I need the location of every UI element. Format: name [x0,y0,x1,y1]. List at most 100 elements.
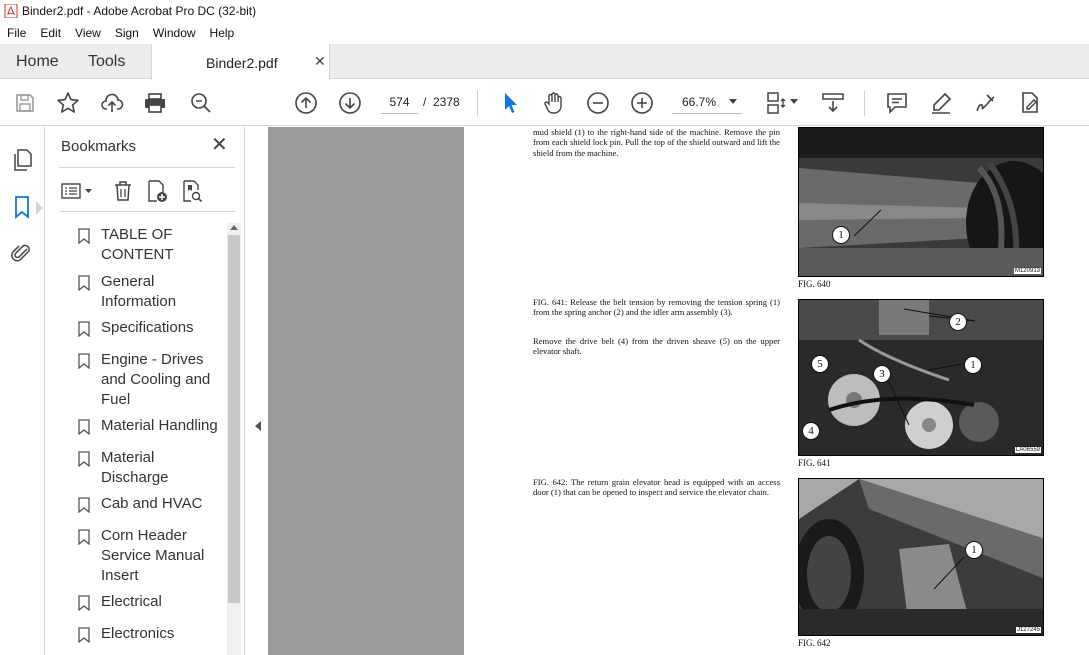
menu-sign[interactable]: Sign [108,26,146,40]
divider [59,167,235,168]
fig640-text: mud shield (1) to the right-hand side of… [533,127,780,158]
close-tab-icon[interactable]: ✕ [314,53,326,70]
tab-document[interactable]: Binder2.pdf ✕ [151,44,330,80]
bookmark-label: TABLE OF CONTENT [101,226,174,263]
total-pages: 2378 [433,95,460,109]
bookmark-panel-icon[interactable] [10,195,34,219]
cloud-upload-icon[interactable] [100,91,124,115]
fig641-text1: FIG. 641: Release the belt tension by re… [533,297,780,318]
document-viewport[interactable]: mud shield (1) to the right-hand side of… [268,127,1089,655]
acrobat-app-icon [4,4,18,18]
bookmarks-title: Bookmarks [61,138,137,155]
callout-5: 5 [811,355,829,373]
save-icon[interactable] [13,91,37,115]
tab-home[interactable]: Home [16,53,59,71]
bookmarks-panel: Bookmarks ✕ TABLE OF CONTENT General Inf… [45,127,245,655]
bookmark-label: Cab and HVAC [101,495,203,512]
menu-view[interactable]: View [68,26,108,40]
new-bookmark-icon[interactable] [145,179,169,203]
bookmark-search-icon[interactable] [180,179,204,203]
figure-code: M120913 [1013,268,1041,274]
bookmark-label: Material Handling [101,417,218,434]
callout-1: 1 [964,356,982,374]
scroll-mode-icon[interactable] [821,91,845,115]
fig642-text: FIG. 642: The return grain elevator head… [533,477,780,498]
chevron-down-icon[interactable] [729,99,737,104]
bookmark-icon [78,529,90,545]
navigation-rail [0,127,45,655]
page-fit-icon[interactable] [764,91,788,115]
figure-640-photo: 1 M120913 [798,127,1044,277]
pdf-page: mud shield (1) to the right-hand side of… [464,127,1089,655]
star-icon[interactable] [56,91,80,115]
active-panel-indicator [36,201,43,215]
figure-642-photo: 1 J127245 [798,478,1044,636]
figure-642-caption: FIG. 642 [798,638,831,648]
figure-640-caption: FIG. 640 [798,279,831,289]
window-title: Binder2.pdf - Adobe Acrobat Pro DC (32-b… [22,4,257,18]
toolbar-divider [477,90,478,116]
zoom-search-icon[interactable] [189,91,213,115]
callout-3: 3 [873,365,891,383]
bookmark-icon [78,228,90,244]
bookmark-icon [78,451,90,467]
callout-2: 2 [949,313,967,331]
zoom-in-icon[interactable] [630,91,654,115]
bookmark-icon [78,419,90,435]
collapse-arrow-icon[interactable] [255,421,261,431]
page-number-input[interactable]: 574 [381,90,418,114]
tab-tools[interactable]: Tools [88,53,125,71]
comment-icon[interactable] [885,91,909,115]
title-bar: Binder2.pdf - Adobe Acrobat Pro DC (32-b… [0,0,1089,22]
callout-4: 4 [802,422,820,440]
toolbar: 574 / 2378 66.7% [0,80,1089,126]
bookmark-icon [78,321,90,337]
select-cursor-icon[interactable] [499,91,523,115]
bookmark-label: Electrical [101,593,162,610]
chevron-down-icon[interactable] [790,99,798,104]
bookmark-label: Material Discharge [101,449,169,486]
bookmark-icon [78,595,90,611]
bookmark-icon [78,497,90,513]
menu-window[interactable]: Window [146,26,203,40]
zoom-out-icon[interactable] [586,91,610,115]
attachments-paperclip-icon[interactable] [10,241,34,265]
figure-641-caption: FIG. 641 [798,458,831,468]
bookmark-icon [78,353,90,369]
scroll-up-arrow-icon[interactable] [230,225,238,230]
hand-tool-icon[interactable] [542,91,566,115]
toolbar-divider [864,90,865,116]
menu-edit[interactable]: Edit [33,26,68,40]
previous-page-icon[interactable] [294,91,318,115]
figure-641-photo: 2 5 3 1 4 LA06559 [798,299,1044,456]
bookmark-label: Specifications [101,319,194,336]
sign-icon[interactable] [973,91,997,115]
delete-bookmark-icon[interactable] [111,179,135,203]
tab-bar: Home Tools Binder2.pdf ✕ [0,44,1089,80]
panel-collapse-strip[interactable] [246,127,268,655]
bookmark-label: Engine - Drives and Cooling and Fuel [101,351,211,408]
edit-pdf-icon[interactable] [1017,91,1041,115]
menu-file[interactable]: File [0,26,33,40]
fig641-text2: Remove the drive belt (4) from the drive… [533,336,780,357]
print-icon[interactable] [143,91,167,115]
menu-bar: File Edit View Sign Window Help [0,22,1089,44]
bookmark-icon [78,627,90,643]
bookmark-icon [78,275,90,291]
bookmark-label: General Information [101,273,177,310]
bookmark-label: Electronics [101,625,175,642]
figure-642-illustration [799,479,1043,635]
next-page-icon[interactable] [338,91,362,115]
callout-1: 1 [832,226,850,244]
menu-help[interactable]: Help [203,26,242,40]
page-separator: / [423,95,427,109]
bookmark-label: Corn Header Service Manual Insert [101,527,205,584]
divider [59,211,235,212]
scrollbar-thumb[interactable] [228,235,240,603]
close-icon[interactable]: ✕ [211,135,228,155]
figure-641-illustration [799,300,1043,455]
highlight-pen-icon[interactable] [929,91,953,115]
figure-code: J127245 [1015,627,1041,633]
bookmark-options-icon[interactable] [60,179,96,203]
page-thumbnails-icon[interactable] [10,148,34,172]
